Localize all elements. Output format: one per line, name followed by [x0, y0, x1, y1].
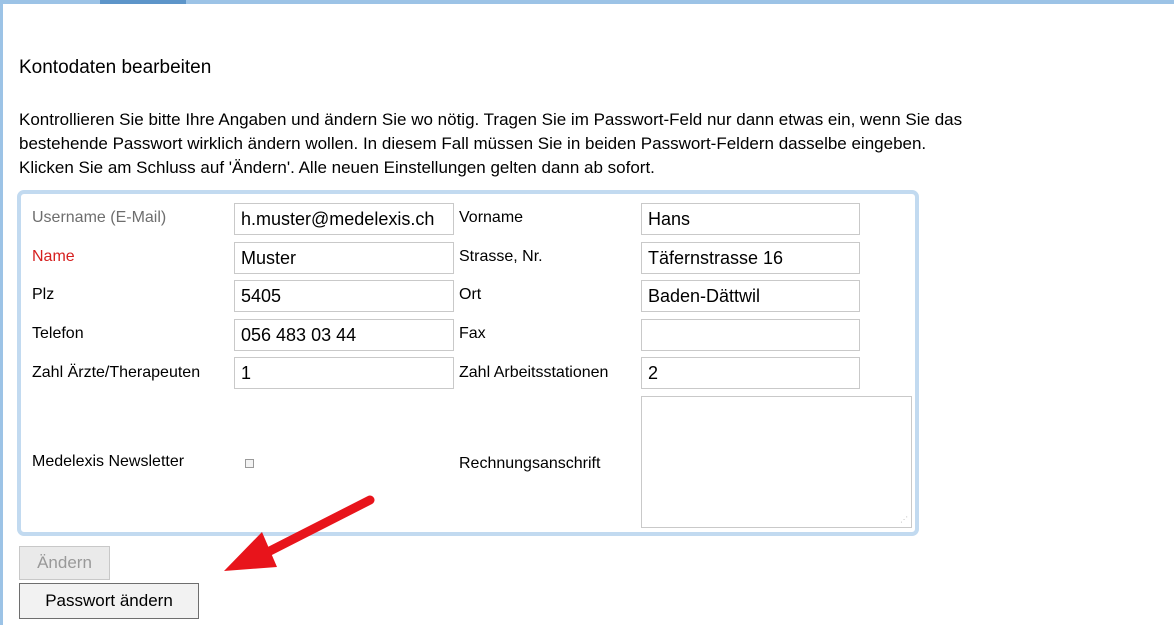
red-annotation-arrow-icon [224, 495, 375, 571]
